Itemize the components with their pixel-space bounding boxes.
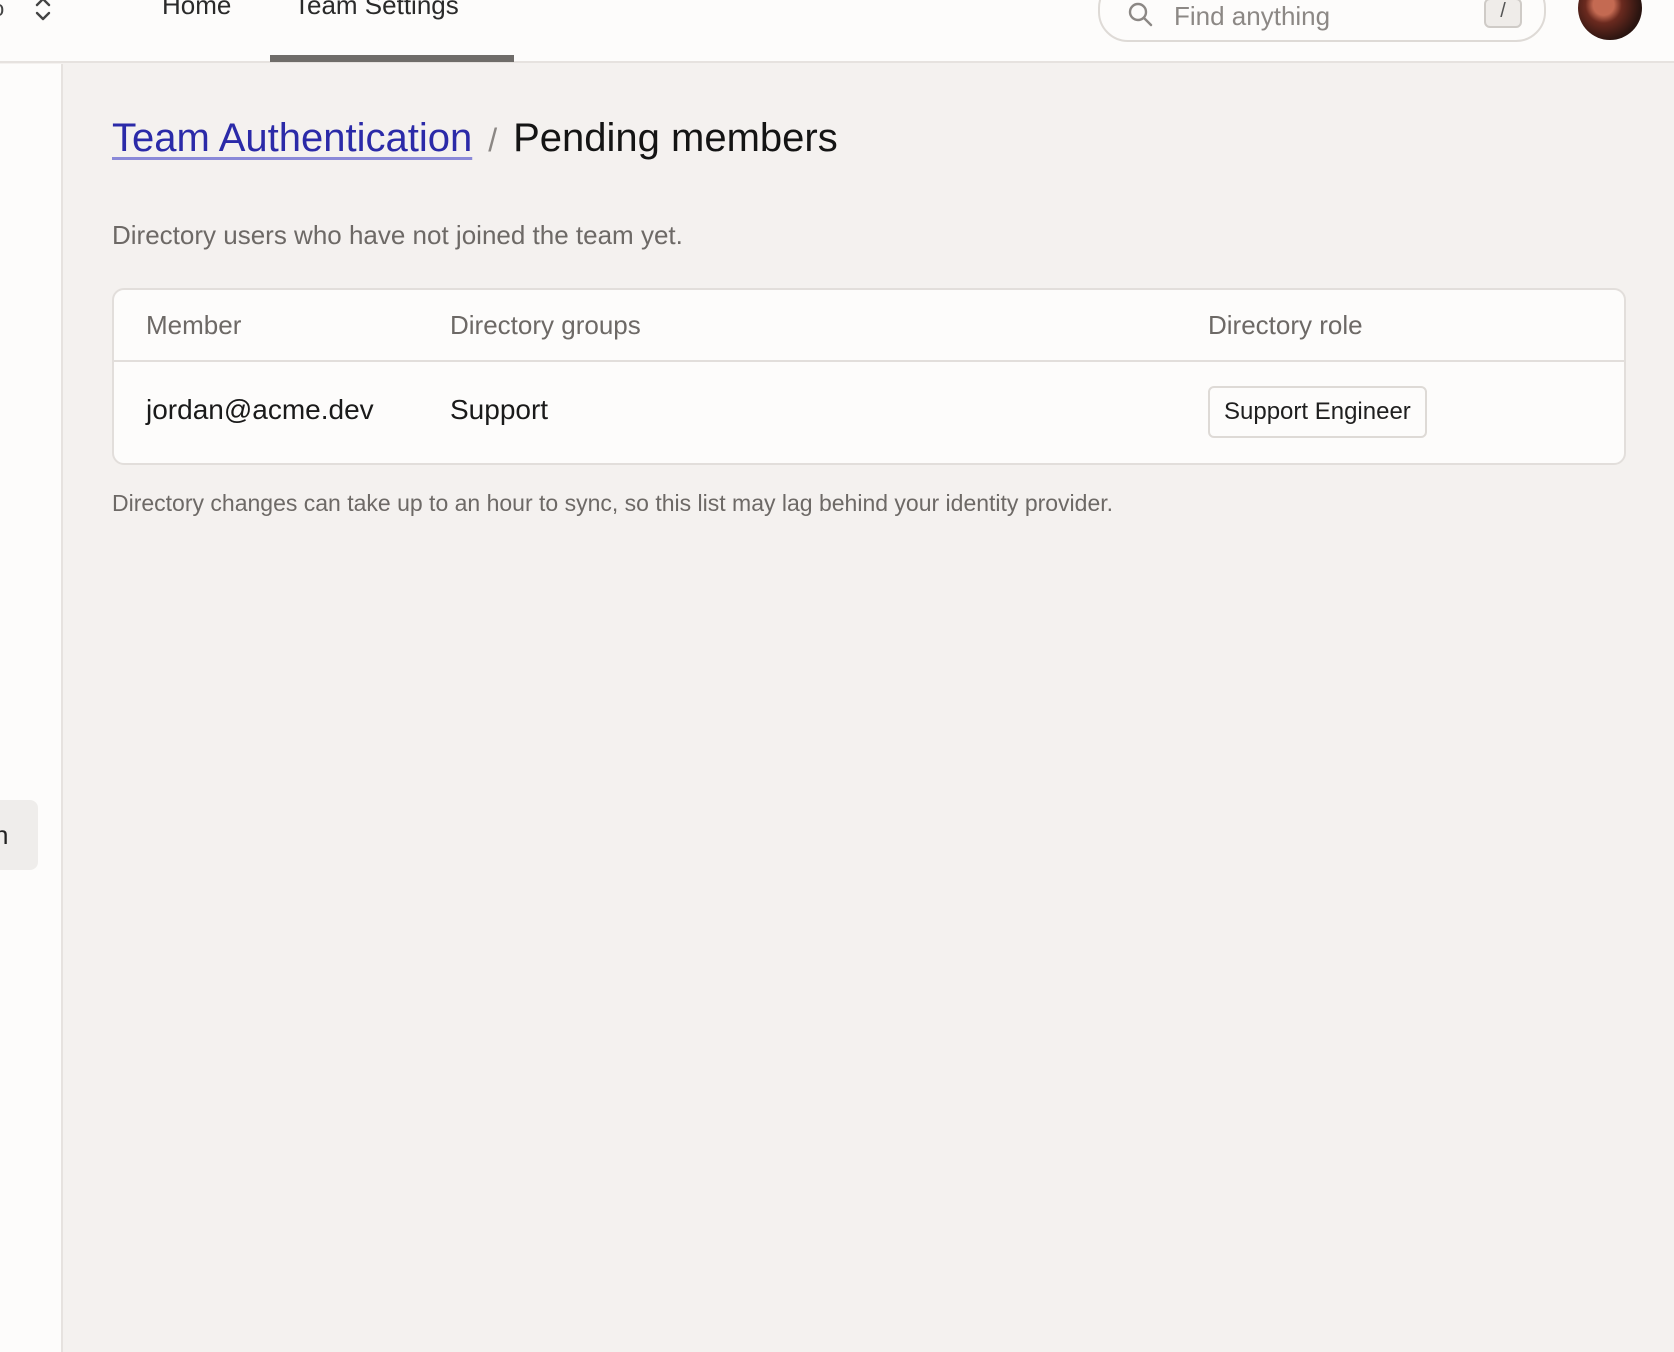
- chevron-up-down-icon: [35, 0, 51, 21]
- breadcrumb-team-authentication-link[interactable]: Team Authentication: [112, 116, 472, 160]
- breadcrumb-separator: /: [488, 122, 498, 158]
- search-shortcut-key: /: [1484, 0, 1522, 28]
- team-switcher-label: o: [0, 0, 4, 22]
- search-placeholder: Find anything: [1174, 1, 1331, 31]
- search-icon: [1128, 2, 1153, 27]
- table-header: Member Directory groups Directory role: [114, 290, 1624, 362]
- page-description: Directory users who have not joined the …: [112, 220, 683, 250]
- sync-footnote: Directory changes can take up to an hour…: [112, 490, 1114, 516]
- active-tab-indicator: [270, 55, 514, 62]
- column-header-directory-role: Directory role: [1208, 310, 1363, 340]
- top-navigation-bar: o Home Team Settings Find anything /: [0, 0, 1674, 63]
- tab-home-label: Home: [162, 0, 232, 20]
- sidebar-item-active[interactable]: n: [0, 800, 38, 870]
- team-switcher[interactable]: o: [0, 0, 60, 26]
- tab-home[interactable]: Home: [162, 0, 242, 62]
- sidebar: n: [0, 64, 63, 1352]
- search-input[interactable]: Find anything /: [1098, 0, 1546, 42]
- breadcrumb: Team Authentication / Pending members: [112, 116, 838, 161]
- sidebar-item-label: n: [0, 820, 9, 850]
- tab-team-settings-label: Team Settings: [294, 0, 459, 20]
- page-title: Pending members: [513, 116, 838, 160]
- member-email: jordan@acme.dev: [146, 394, 374, 425]
- member-groups: Support: [450, 394, 549, 425]
- table-row: jordan@acme.dev Support Support Engineer: [114, 362, 1624, 463]
- role-badge: Support Engineer: [1208, 386, 1427, 438]
- avatar[interactable]: [1578, 0, 1642, 40]
- column-header-directory-groups: Directory groups: [450, 310, 641, 340]
- tab-team-settings[interactable]: Team Settings: [270, 0, 514, 62]
- pending-members-table: Member Directory groups Directory role j…: [112, 288, 1626, 465]
- column-header-member: Member: [146, 310, 242, 340]
